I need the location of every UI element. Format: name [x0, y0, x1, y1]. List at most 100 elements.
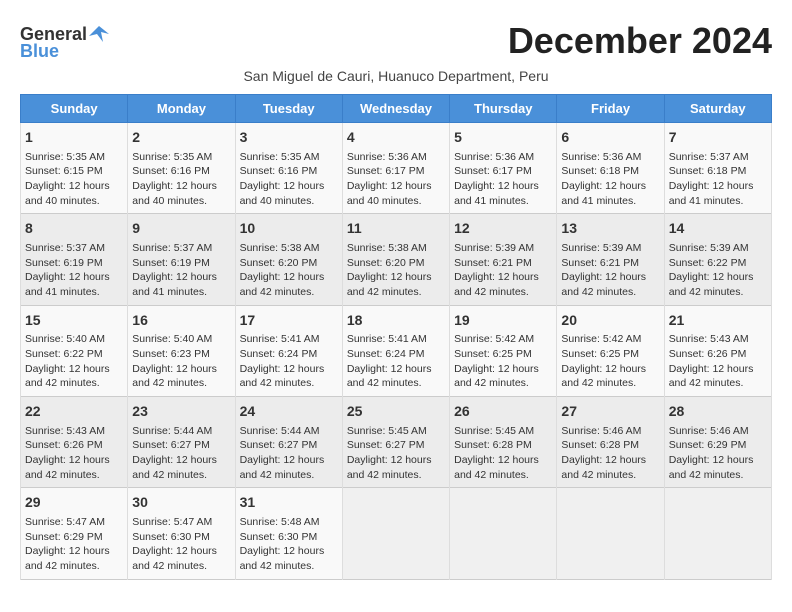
day-info: Sunrise: 5:41 AM Sunset: 6:24 PM Dayligh… [347, 332, 445, 391]
day-number: 15 [25, 311, 123, 331]
day-cell: 21Sunrise: 5:43 AM Sunset: 6:26 PM Dayli… [664, 305, 771, 396]
day-info: Sunrise: 5:45 AM Sunset: 6:27 PM Dayligh… [347, 424, 445, 483]
day-number: 6 [561, 128, 659, 148]
day-cell: 19Sunrise: 5:42 AM Sunset: 6:25 PM Dayli… [450, 305, 557, 396]
day-number: 9 [132, 219, 230, 239]
day-number: 10 [240, 219, 338, 239]
day-info: Sunrise: 5:36 AM Sunset: 6:17 PM Dayligh… [454, 150, 552, 209]
day-number: 14 [669, 219, 767, 239]
day-cell: 11Sunrise: 5:38 AM Sunset: 6:20 PM Dayli… [342, 214, 449, 305]
day-number: 11 [347, 219, 445, 239]
week-row-4: 22Sunrise: 5:43 AM Sunset: 6:26 PM Dayli… [21, 397, 772, 488]
day-info: Sunrise: 5:35 AM Sunset: 6:15 PM Dayligh… [25, 150, 123, 209]
day-cell: 25Sunrise: 5:45 AM Sunset: 6:27 PM Dayli… [342, 397, 449, 488]
day-number: 26 [454, 402, 552, 422]
day-number: 31 [240, 493, 338, 513]
day-cell: 5Sunrise: 5:36 AM Sunset: 6:17 PM Daylig… [450, 123, 557, 214]
day-number: 3 [240, 128, 338, 148]
header-cell-saturday: Saturday [664, 95, 771, 123]
logo-blue: Blue [20, 41, 59, 62]
day-info: Sunrise: 5:39 AM Sunset: 6:22 PM Dayligh… [669, 241, 767, 300]
day-number: 28 [669, 402, 767, 422]
week-row-2: 8Sunrise: 5:37 AM Sunset: 6:19 PM Daylig… [21, 214, 772, 305]
day-number: 16 [132, 311, 230, 331]
day-info: Sunrise: 5:37 AM Sunset: 6:19 PM Dayligh… [25, 241, 123, 300]
day-cell [450, 488, 557, 579]
day-number: 13 [561, 219, 659, 239]
day-cell: 27Sunrise: 5:46 AM Sunset: 6:28 PM Dayli… [557, 397, 664, 488]
day-info: Sunrise: 5:36 AM Sunset: 6:17 PM Dayligh… [347, 150, 445, 209]
day-cell: 20Sunrise: 5:42 AM Sunset: 6:25 PM Dayli… [557, 305, 664, 396]
day-info: Sunrise: 5:39 AM Sunset: 6:21 PM Dayligh… [454, 241, 552, 300]
day-cell [342, 488, 449, 579]
day-number: 29 [25, 493, 123, 513]
day-cell: 26Sunrise: 5:45 AM Sunset: 6:28 PM Dayli… [450, 397, 557, 488]
day-info: Sunrise: 5:35 AM Sunset: 6:16 PM Dayligh… [240, 150, 338, 209]
day-info: Sunrise: 5:46 AM Sunset: 6:28 PM Dayligh… [561, 424, 659, 483]
day-cell: 31Sunrise: 5:48 AM Sunset: 6:30 PM Dayli… [235, 488, 342, 579]
day-cell: 29Sunrise: 5:47 AM Sunset: 6:29 PM Dayli… [21, 488, 128, 579]
day-info: Sunrise: 5:47 AM Sunset: 6:29 PM Dayligh… [25, 515, 123, 574]
day-number: 4 [347, 128, 445, 148]
day-cell: 10Sunrise: 5:38 AM Sunset: 6:20 PM Dayli… [235, 214, 342, 305]
day-info: Sunrise: 5:40 AM Sunset: 6:22 PM Dayligh… [25, 332, 123, 391]
day-number: 22 [25, 402, 123, 422]
day-info: Sunrise: 5:48 AM Sunset: 6:30 PM Dayligh… [240, 515, 338, 574]
day-info: Sunrise: 5:39 AM Sunset: 6:21 PM Dayligh… [561, 241, 659, 300]
day-cell [664, 488, 771, 579]
day-cell: 2Sunrise: 5:35 AM Sunset: 6:16 PM Daylig… [128, 123, 235, 214]
header-cell-thursday: Thursday [450, 95, 557, 123]
day-info: Sunrise: 5:44 AM Sunset: 6:27 PM Dayligh… [240, 424, 338, 483]
day-info: Sunrise: 5:37 AM Sunset: 6:18 PM Dayligh… [669, 150, 767, 209]
day-number: 18 [347, 311, 445, 331]
day-cell: 15Sunrise: 5:40 AM Sunset: 6:22 PM Dayli… [21, 305, 128, 396]
header-cell-tuesday: Tuesday [235, 95, 342, 123]
header-cell-friday: Friday [557, 95, 664, 123]
day-number: 2 [132, 128, 230, 148]
day-cell [557, 488, 664, 579]
day-number: 20 [561, 311, 659, 331]
day-info: Sunrise: 5:38 AM Sunset: 6:20 PM Dayligh… [240, 241, 338, 300]
day-info: Sunrise: 5:36 AM Sunset: 6:18 PM Dayligh… [561, 150, 659, 209]
day-number: 12 [454, 219, 552, 239]
day-cell: 16Sunrise: 5:40 AM Sunset: 6:23 PM Dayli… [128, 305, 235, 396]
day-info: Sunrise: 5:47 AM Sunset: 6:30 PM Dayligh… [132, 515, 230, 574]
logo: General Blue [20, 24, 109, 62]
day-cell: 30Sunrise: 5:47 AM Sunset: 6:30 PM Dayli… [128, 488, 235, 579]
day-info: Sunrise: 5:41 AM Sunset: 6:24 PM Dayligh… [240, 332, 338, 391]
logo-bird-icon [89, 24, 109, 44]
day-cell: 14Sunrise: 5:39 AM Sunset: 6:22 PM Dayli… [664, 214, 771, 305]
day-info: Sunrise: 5:42 AM Sunset: 6:25 PM Dayligh… [454, 332, 552, 391]
day-number: 23 [132, 402, 230, 422]
day-info: Sunrise: 5:43 AM Sunset: 6:26 PM Dayligh… [25, 424, 123, 483]
calendar-table: SundayMondayTuesdayWednesdayThursdayFrid… [20, 94, 772, 580]
day-cell: 7Sunrise: 5:37 AM Sunset: 6:18 PM Daylig… [664, 123, 771, 214]
day-number: 7 [669, 128, 767, 148]
day-number: 5 [454, 128, 552, 148]
day-info: Sunrise: 5:40 AM Sunset: 6:23 PM Dayligh… [132, 332, 230, 391]
day-number: 27 [561, 402, 659, 422]
header: General Blue December 2024 [20, 20, 772, 62]
day-cell: 23Sunrise: 5:44 AM Sunset: 6:27 PM Dayli… [128, 397, 235, 488]
header-cell-monday: Monday [128, 95, 235, 123]
day-number: 25 [347, 402, 445, 422]
day-number: 21 [669, 311, 767, 331]
day-cell: 22Sunrise: 5:43 AM Sunset: 6:26 PM Dayli… [21, 397, 128, 488]
day-cell: 13Sunrise: 5:39 AM Sunset: 6:21 PM Dayli… [557, 214, 664, 305]
day-info: Sunrise: 5:38 AM Sunset: 6:20 PM Dayligh… [347, 241, 445, 300]
day-info: Sunrise: 5:43 AM Sunset: 6:26 PM Dayligh… [669, 332, 767, 391]
week-row-5: 29Sunrise: 5:47 AM Sunset: 6:29 PM Dayli… [21, 488, 772, 579]
day-cell: 8Sunrise: 5:37 AM Sunset: 6:19 PM Daylig… [21, 214, 128, 305]
week-row-3: 15Sunrise: 5:40 AM Sunset: 6:22 PM Dayli… [21, 305, 772, 396]
day-cell: 1Sunrise: 5:35 AM Sunset: 6:15 PM Daylig… [21, 123, 128, 214]
day-cell: 17Sunrise: 5:41 AM Sunset: 6:24 PM Dayli… [235, 305, 342, 396]
day-number: 8 [25, 219, 123, 239]
day-number: 1 [25, 128, 123, 148]
day-number: 17 [240, 311, 338, 331]
subtitle: San Miguel de Cauri, Huanuco Department,… [20, 68, 772, 84]
day-cell: 6Sunrise: 5:36 AM Sunset: 6:18 PM Daylig… [557, 123, 664, 214]
day-number: 19 [454, 311, 552, 331]
day-number: 30 [132, 493, 230, 513]
header-cell-wednesday: Wednesday [342, 95, 449, 123]
day-info: Sunrise: 5:37 AM Sunset: 6:19 PM Dayligh… [132, 241, 230, 300]
